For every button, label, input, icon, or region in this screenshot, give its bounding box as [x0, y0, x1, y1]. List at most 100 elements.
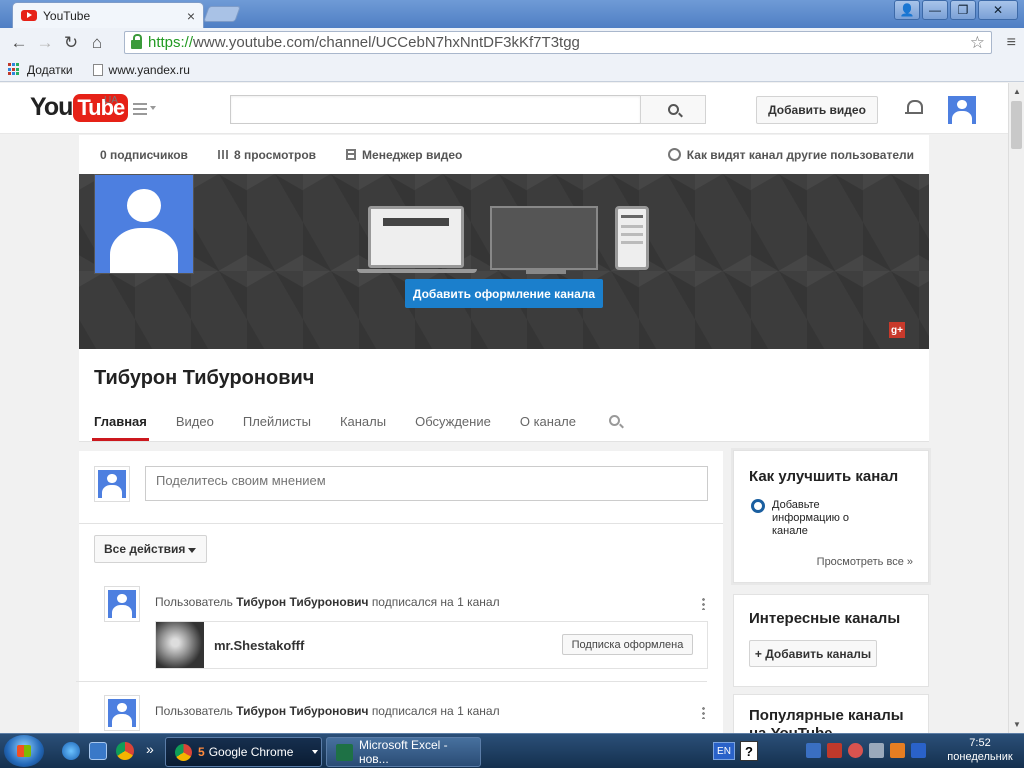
network-icon[interactable] — [806, 743, 821, 758]
tab-playlists[interactable]: Плейлисты — [243, 414, 311, 442]
antivirus-icon[interactable] — [827, 743, 842, 758]
bookmark-star-icon[interactable]: ☆ — [970, 33, 985, 53]
taskbar-chrome-group[interactable]: 5 Google Chrome — [165, 737, 322, 767]
popular-channels-title: Популярные каналы на YouTube — [749, 707, 904, 733]
video-manager-label: Менеджер видео — [362, 147, 463, 162]
home-button[interactable]: ⌂ — [84, 31, 110, 55]
scroll-up-icon[interactable]: ▲ — [1013, 87, 1021, 96]
taskbar-excel[interactable]: Microsoft Excel - нов... — [326, 737, 481, 767]
channel-stats-bar: 0 подписчиков 8 просмотров Менеджер виде… — [79, 135, 929, 174]
more-actions-icon[interactable] — [702, 706, 705, 719]
search-button[interactable] — [640, 95, 706, 124]
url-protocol: https:// — [148, 34, 194, 51]
activity-avatar[interactable] — [104, 586, 140, 622]
channel-thumbnail[interactable] — [156, 622, 204, 668]
quicklaunch-more-icon[interactable]: » — [146, 741, 154, 757]
share-input[interactable] — [145, 466, 708, 501]
scroll-thumb[interactable] — [1011, 101, 1022, 149]
improve-channel-card: Как улучшить канал Добавьте информацию о… — [733, 450, 929, 583]
activity-suffix: подписался на 1 канал — [371, 704, 500, 718]
tab-videos[interactable]: Видео — [176, 414, 214, 442]
system-clock[interactable]: 7:52 понедельник — [938, 736, 1022, 764]
tab-discussion[interactable]: Обсуждение — [415, 414, 491, 442]
upload-button[interactable]: Добавить видео — [756, 96, 878, 124]
improve-task-add-info[interactable]: Добавьте информацию о канале — [772, 499, 872, 538]
views-count[interactable]: 8 просмотров — [218, 148, 316, 162]
error-icon[interactable] — [848, 743, 863, 758]
forward-button[interactable]: → — [32, 31, 58, 55]
youtube-page: You Tube UA Добавить видео 0 подписчиков… — [0, 83, 1008, 733]
start-button[interactable] — [4, 735, 44, 767]
internet-explorer-icon[interactable] — [62, 742, 80, 760]
channel-header: 0 подписчиков 8 просмотров Менеджер виде… — [79, 135, 929, 442]
popular-channels-card: Популярные каналы на YouTube — [733, 694, 929, 733]
activity-filter-label: Все действия — [104, 542, 186, 556]
activity-text: Пользователь Тибурон Тибуронович подписа… — [155, 595, 500, 609]
channel-search-icon[interactable] — [609, 415, 620, 426]
tab-about[interactable]: О канале — [520, 414, 576, 442]
page-scrollbar[interactable]: ▲ ▼ — [1008, 83, 1024, 733]
add-channel-art-button[interactable]: Добавить оформление канала — [405, 279, 603, 308]
tab-home[interactable]: Главная — [92, 414, 149, 442]
bookmark-yandex[interactable]: www.yandex.ru — [109, 63, 190, 77]
activity-prefix: Пользователь — [155, 704, 233, 718]
google-plus-icon[interactable]: g+ — [889, 322, 905, 338]
divider — [79, 523, 723, 524]
see-all-link[interactable]: Просмотреть все » — [817, 556, 913, 568]
activity-user[interactable]: Тибурон Тибуронович — [236, 704, 368, 718]
display-icon[interactable] — [911, 743, 926, 758]
account-avatar[interactable] — [948, 96, 976, 124]
activity-suffix: подписался на 1 канал — [371, 595, 500, 609]
chrome-quicklaunch-icon[interactable] — [116, 742, 134, 760]
browser-tab-youtube[interactable]: YouTube × — [12, 2, 204, 28]
language-indicator[interactable]: EN — [713, 742, 735, 760]
apps-grid-icon — [8, 63, 21, 76]
search-input[interactable] — [230, 95, 641, 124]
divider — [76, 681, 707, 682]
user-avatar — [98, 470, 126, 498]
activity-avatar[interactable] — [104, 695, 140, 731]
clock-day: понедельник — [947, 751, 1013, 763]
bookmark-apps[interactable]: Додатки — [27, 63, 73, 77]
video-manager-link[interactable]: Менеджер видео — [346, 148, 462, 162]
new-tab-button[interactable] — [203, 6, 241, 22]
notifications-bell-icon[interactable] — [905, 99, 923, 115]
show-desktop-icon[interactable] — [89, 742, 107, 760]
tab-close-icon[interactable]: × — [187, 8, 195, 24]
subscriber-count[interactable]: 0 подписчиков — [100, 148, 188, 162]
guide-menu-icon[interactable] — [133, 103, 156, 115]
youtube-logo[interactable]: You Tube UA — [30, 93, 129, 122]
restore-button[interactable]: ❐ — [950, 0, 976, 20]
view-as-public-link[interactable]: Как видят канал другие пользователи — [667, 148, 914, 162]
tab-channels[interactable]: Каналы — [340, 414, 386, 442]
back-button[interactable]: ← — [6, 31, 32, 55]
chevron-right-icon: » — [906, 556, 913, 568]
url-text: https://www.youtube.com/channel/UCCebN7h… — [148, 34, 580, 51]
activity-user[interactable]: Тибурон Тибуронович — [236, 595, 368, 609]
browser-menu-icon[interactable]: ≡ — [1007, 34, 1016, 52]
reload-button[interactable]: ↻ — [58, 31, 84, 55]
channel-title: Тибурон Тибуронович — [94, 367, 315, 389]
activity-feed: Все действия Пользователь Тибурон Тибуро… — [79, 451, 723, 733]
subscribed-channel-name[interactable]: mr.Shestakofff — [214, 638, 304, 653]
scroll-down-icon[interactable]: ▼ — [1013, 720, 1021, 729]
close-window-button[interactable]: ✕ — [978, 0, 1018, 20]
task-status-icon — [751, 499, 765, 513]
activity-filter-dropdown[interactable]: Все действия — [94, 535, 207, 563]
address-bar[interactable]: https://www.youtube.com/channel/UCCebN7h… — [124, 31, 992, 54]
phone-illustration-icon — [615, 206, 649, 270]
channel-banner: Добавить оформление канала g+ — [79, 174, 929, 349]
chrome-icon — [175, 744, 192, 761]
minimize-button[interactable]: — — [922, 0, 948, 20]
user-profile-button[interactable]: 👤 — [894, 0, 920, 20]
add-channels-button[interactable]: + Добавить каналы — [749, 640, 877, 667]
subscribed-button[interactable]: Подписка оформлена — [562, 634, 693, 655]
region-label: UA — [104, 95, 118, 106]
help-icon[interactable]: ? — [740, 741, 758, 761]
page-icon — [92, 63, 103, 76]
more-actions-icon[interactable] — [702, 597, 705, 610]
system-tray — [806, 743, 926, 758]
media-icon[interactable] — [890, 743, 905, 758]
volume-icon[interactable] — [869, 743, 884, 758]
channel-avatar[interactable] — [94, 174, 194, 274]
